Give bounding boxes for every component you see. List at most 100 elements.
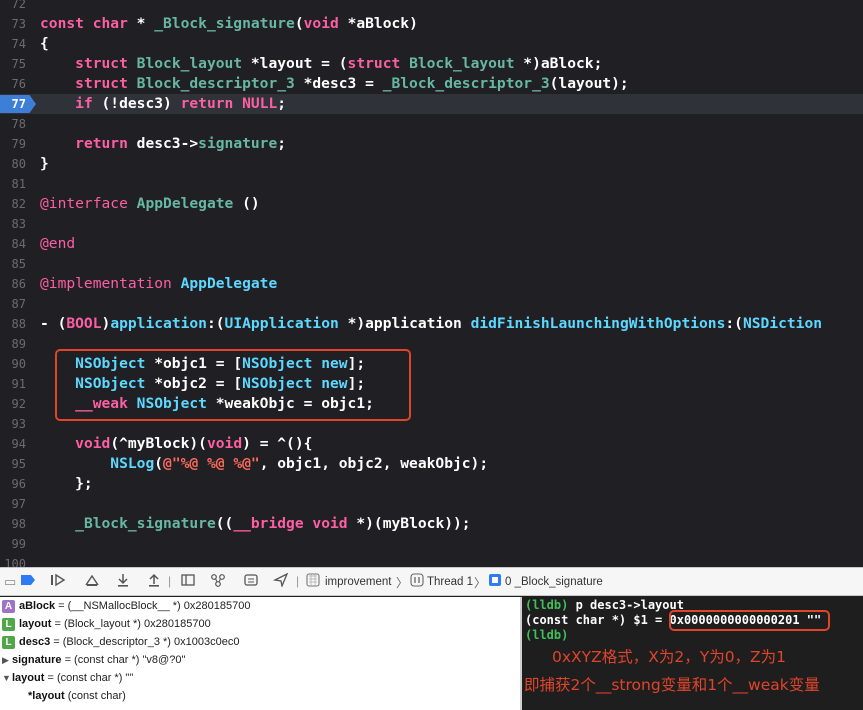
chevron-right-icon: 〉 xyxy=(474,576,487,590)
code-line-76[interactable]: 76 struct Block_descriptor_3 *desc3 = _B… xyxy=(0,74,863,94)
chevron-right-icon: 〉 xyxy=(396,576,409,590)
code-editor[interactable]: 72 73 const char * _Block_signature(void… xyxy=(0,0,863,567)
local-badge-icon: L xyxy=(2,617,15,631)
lldb-console[interactable]: (lldb) p desc3->layout (const char *) $1… xyxy=(522,597,863,710)
variable-row[interactable]: AaBlock = (__NSMallocBlock__ *) 0x280185… xyxy=(2,597,250,615)
breadcrumb-frame[interactable]: 0 _Block_signature xyxy=(505,574,603,590)
line-number: 92 xyxy=(11,397,26,411)
line-number: 73 xyxy=(11,17,26,31)
line-number: 90 xyxy=(11,357,26,371)
variable-name: signature xyxy=(12,654,62,666)
breakpoints-toggle-icon[interactable] xyxy=(20,573,36,591)
code-line-80[interactable]: 80 } xyxy=(0,154,863,174)
code-line-98[interactable]: 98 _Block_signature((__bridge void *)(my… xyxy=(0,514,863,534)
line-number: 78 xyxy=(11,117,26,131)
app-target-icon xyxy=(306,573,320,591)
code-text: const char * _Block_signature(void *aBlo… xyxy=(40,15,418,32)
code-line-78[interactable]: 78 xyxy=(0,114,863,134)
continue-icon[interactable] xyxy=(50,573,66,591)
line-number: 72 xyxy=(11,0,26,11)
code-text: }; xyxy=(40,475,93,492)
line-number: 91 xyxy=(11,377,26,391)
code-line-87[interactable]: 87 xyxy=(0,294,863,314)
variable-value: = (Block_layout *) 0x280185700 xyxy=(51,618,211,630)
code-line-97[interactable]: 97 xyxy=(0,494,863,514)
code-line-84[interactable]: 84 @end xyxy=(0,234,863,254)
line-number: 96 xyxy=(11,477,26,491)
debug-toolbar: ▭ | | improvement 〉 Thread 1 〉 0 _Block_… xyxy=(0,567,863,596)
code-line-73[interactable]: 73 const char * _Block_signature(void *a… xyxy=(0,14,863,34)
step-out-icon[interactable] xyxy=(146,573,162,591)
code-line-96[interactable]: 96 }; xyxy=(0,474,863,494)
variable-value: = (__NSMallocBlock__ *) 0x280185700 xyxy=(55,600,251,612)
variable-value: = (const char *) "" xyxy=(44,672,134,684)
variable-value: (const char) xyxy=(64,690,126,702)
line-number: 93 xyxy=(11,417,26,431)
code-line-75[interactable]: 75 struct Block_layout *layout = (struct… xyxy=(0,54,863,74)
simulate-location-icon[interactable] xyxy=(272,572,289,591)
line-number: 94 xyxy=(11,437,26,451)
memory-graph-icon[interactable] xyxy=(210,573,226,591)
variable-row[interactable]: *layout (const char) xyxy=(28,687,126,705)
code-text: @implementation AppDelegate xyxy=(40,275,278,292)
code-text: - (BOOL)application:(UIApplication *)app… xyxy=(40,315,823,332)
variable-value: = (Block_descriptor_3 *) 0x1003c0ec0 xyxy=(50,636,240,648)
line-number: 74 xyxy=(11,37,26,51)
variable-name: aBlock xyxy=(19,600,56,612)
code-line-72[interactable]: 72 xyxy=(0,0,863,14)
code-line-100[interactable]: 100 xyxy=(0,554,863,567)
code-line-74[interactable]: 74 { xyxy=(0,34,863,54)
line-number: 99 xyxy=(11,537,26,551)
local-badge-icon: L xyxy=(2,635,15,649)
breadcrumb-thread[interactable]: Thread 1 xyxy=(427,574,473,590)
line-number: 81 xyxy=(11,177,26,191)
variable-row[interactable]: Llayout = (Block_layout *) 0x280185700 xyxy=(2,615,211,633)
code-line-85[interactable]: 85 xyxy=(0,254,863,274)
variable-row[interactable]: Ldesc3 = (Block_descriptor_3 *) 0x1003c0… xyxy=(2,633,239,651)
code-line-95[interactable]: 95 NSLog(@"%@ %@ %@", objc1, objc2, weak… xyxy=(0,454,863,474)
debug-view-hierarchy-icon[interactable] xyxy=(180,573,196,591)
line-number: 82 xyxy=(11,197,26,211)
code-line-77-current[interactable]: 77 if (!desc3) return NULL; xyxy=(0,94,863,114)
console-result-prefix: (const char *) $1 = xyxy=(525,613,670,627)
variable-name: desc3 xyxy=(19,636,51,648)
variables-view[interactable]: AaBlock = (__NSMallocBlock__ *) 0x280185… xyxy=(0,597,520,710)
line-number: 75 xyxy=(11,57,26,71)
console-command: p desc3->layout xyxy=(568,598,684,612)
code-line-86[interactable]: 86 @implementation AppDelegate xyxy=(0,274,863,294)
disclosure-triangle-icon[interactable]: ▼ xyxy=(2,669,12,687)
environment-overrides-icon[interactable] xyxy=(243,573,259,591)
line-number: 77 xyxy=(11,97,26,111)
code-line-79[interactable]: 79 return desc3->signature; xyxy=(0,134,863,154)
argument-badge-icon: A xyxy=(2,599,15,613)
code-line-82[interactable]: 82 @interface AppDelegate () xyxy=(0,194,863,214)
code-line-88[interactable]: 88 - (BOOL)application:(UIApplication *)… xyxy=(0,314,863,334)
annotation-capture: 即捕获2个__strong变量和1个__weak变量 xyxy=(524,676,820,694)
hide-debug-area-icon[interactable]: ▭ xyxy=(4,573,16,591)
line-number: 85 xyxy=(11,257,26,271)
code-line-83[interactable]: 83 xyxy=(0,214,863,234)
lldb-prompt: (lldb) xyxy=(525,628,569,642)
code-line-99[interactable]: 99 xyxy=(0,534,863,554)
variable-name: layout xyxy=(12,672,45,684)
code-text: if (!desc3) return NULL; xyxy=(75,95,287,112)
line-number: 88 xyxy=(11,317,26,331)
breadcrumb-app[interactable]: improvement xyxy=(325,574,391,590)
variable-row[interactable]: ▼layout = (const char *) "" xyxy=(2,669,133,687)
annotation-format: 0xXYZ格式，X为2，Y为0，Z为1 xyxy=(552,648,787,666)
toolbar-separator: | xyxy=(296,574,300,588)
lldb-prompt: (lldb) xyxy=(525,598,569,612)
code-text: NSLog(@"%@ %@ %@", objc1, objc2, weakObj… xyxy=(110,455,489,472)
code-line-94[interactable]: 94 void(^myBlock)(void) = ^(){ xyxy=(0,434,863,454)
disclosure-triangle-icon[interactable]: ▶ xyxy=(2,651,12,669)
step-into-icon[interactable] xyxy=(115,573,131,591)
highlight-box-result xyxy=(669,610,830,631)
code-line-81[interactable]: 81 xyxy=(0,174,863,194)
line-number: 95 xyxy=(11,457,26,471)
line-number: 89 xyxy=(11,337,26,351)
thread-icon xyxy=(410,573,424,591)
variable-row[interactable]: ▶ signature = (const char *) "v8@?0" xyxy=(2,651,185,669)
step-over-icon[interactable] xyxy=(84,573,100,591)
console-prompt-line[interactable]: (lldb) xyxy=(525,628,568,643)
line-number: 84 xyxy=(11,237,26,251)
